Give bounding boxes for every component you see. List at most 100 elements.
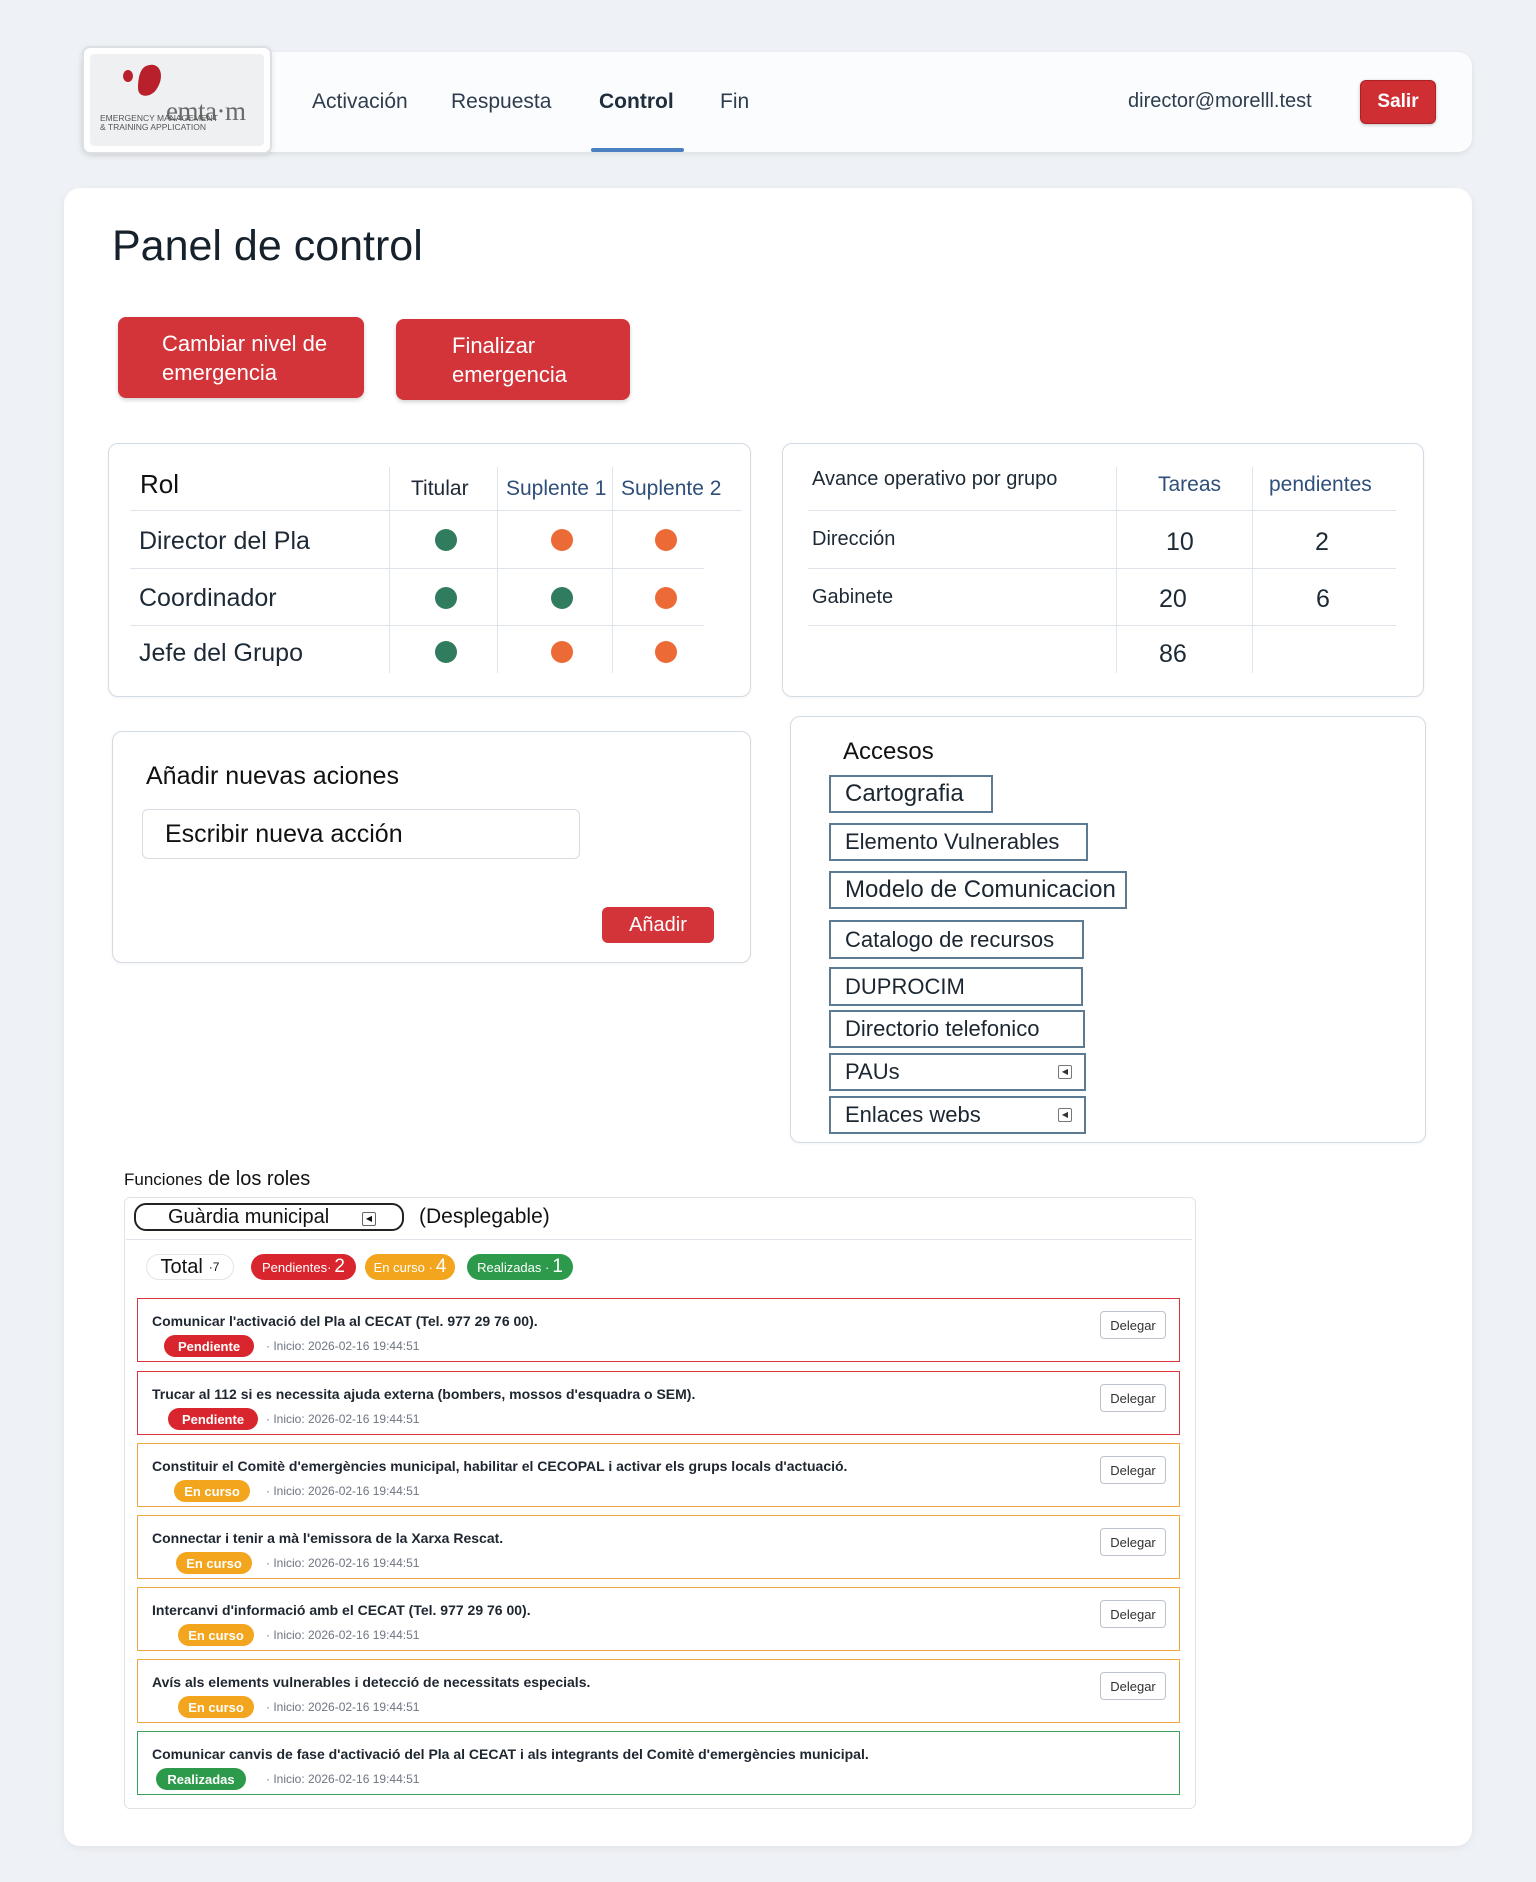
summary-total-label: Total — [160, 1255, 203, 1278]
access-catalogo-recursos[interactable]: Catalogo de recursos — [829, 920, 1084, 959]
task-status-badge: En curso — [178, 1624, 254, 1646]
add-action-button[interactable]: Añadir — [602, 907, 714, 943]
access-modelo-comunicacion[interactable]: Modelo de Comunicacion — [829, 871, 1127, 909]
progress-header-group: Avance operativo por grupo — [812, 468, 1058, 490]
roles-col-divider — [389, 467, 390, 673]
task-title: Constituir el Comitè d'emergències munic… — [152, 1458, 848, 1474]
task-status-badge: Pendiente — [168, 1408, 258, 1430]
task-status-badge: En curso — [174, 1480, 250, 1502]
status-dot-green — [435, 641, 457, 663]
summary-pending-value: 2 — [334, 1256, 345, 1277]
access-paus[interactable]: PAUs ◀ — [829, 1053, 1086, 1091]
task-title: Connectar i tenir a mà l'emissora de la … — [152, 1530, 504, 1546]
caret-left-icon: ◀ — [362, 1212, 376, 1226]
task-status-badge: Pendiente — [164, 1335, 254, 1357]
role-name: Director del Pla — [139, 527, 310, 555]
role-name: Jefe del Grupo — [139, 639, 303, 667]
status-dot-orange — [655, 587, 677, 609]
task-title: Comunicar l'activació del Pla al CECAT (… — [152, 1313, 538, 1329]
status-dot-green — [435, 529, 457, 551]
active-tab-indicator — [591, 148, 684, 152]
task-start-time: · Inicio: 2026-02-16 19:44:51 — [266, 1412, 420, 1426]
task-row: Comunicar canvis de fase d'activació del… — [137, 1731, 1180, 1795]
roles-col-divider — [497, 467, 498, 673]
change-emergency-level-button[interactable]: Cambiar nivel de emergencia — [118, 317, 364, 398]
task-row: Constituir el Comitè d'emergències munic… — [137, 1443, 1180, 1507]
task-title: Comunicar canvis de fase d'activació del… — [152, 1746, 869, 1762]
task-row: Intercanvi d'informació amb el CECAT (Te… — [137, 1587, 1180, 1651]
access-enlaces-webs[interactable]: Enlaces webs ◀ — [829, 1096, 1086, 1134]
summary-done-value: 1 — [552, 1256, 563, 1277]
nav-tab-activacion[interactable]: Activación — [312, 90, 408, 114]
task-start-time: · Inicio: 2026-02-16 19:44:51 — [266, 1772, 420, 1786]
functions-title-small: Funciones — [124, 1170, 203, 1189]
task-title: Intercanvi d'informació amb el CECAT (Te… — [152, 1602, 531, 1618]
nav-tab-respuesta[interactable]: Respuesta — [451, 90, 551, 114]
roles-row-divider — [130, 510, 742, 511]
summary-done-badge: Realizadas · 1 — [467, 1254, 573, 1280]
delegate-button[interactable]: Delegar — [1100, 1311, 1166, 1339]
status-dot-orange — [551, 641, 573, 663]
access-elemento-vulnerables[interactable]: Elemento Vulnerables — [829, 823, 1088, 861]
summary-total-value: ·7 — [208, 1260, 220, 1274]
roles-row-divider — [130, 568, 704, 569]
change-level-label: Cambiar nivel de emergencia — [162, 330, 328, 385]
logo-subtitle: Emergency Management & Training Applicat… — [100, 113, 218, 132]
functions-title-rest: de los roles — [208, 1168, 311, 1190]
roles-col-divider — [612, 467, 613, 673]
app-logo[interactable]: emta·m Emergency Management & Training A… — [82, 46, 272, 154]
role-select-dropdown[interactable]: Guàrdia municipal ◀ — [134, 1203, 404, 1231]
delegate-button[interactable]: Delegar — [1100, 1600, 1166, 1628]
new-action-input[interactable]: Escribir nueva acción — [142, 809, 580, 859]
finish-label: Finalizar emergencia — [452, 332, 567, 387]
progress-tareas-value: 10 — [1166, 528, 1194, 556]
logo-background: emta·m Emergency Management & Training A… — [90, 54, 264, 146]
caret-left-icon: ◀ — [1058, 1065, 1072, 1079]
access-title: Accesos — [843, 738, 934, 765]
summary-done-label: Realizadas · — [477, 1259, 550, 1275]
task-row: Connectar i tenir a mà l'emissora de la … — [137, 1515, 1180, 1579]
progress-tareas-value: 20 — [1159, 585, 1187, 613]
task-status-badge: Realizadas — [156, 1768, 246, 1790]
finish-emergency-button[interactable]: Finalizar emergencia — [396, 319, 630, 400]
progress-group-name: Gabinete — [812, 586, 894, 608]
logout-button[interactable]: Salir — [1360, 80, 1436, 124]
progress-group-name: Dirección — [812, 528, 896, 550]
summary-inprogress-value: 4 — [435, 1256, 447, 1277]
task-status-badge: En curso — [178, 1696, 254, 1718]
status-dot-orange — [655, 529, 677, 551]
summary-pending-badge: Pendientes· 2 — [251, 1254, 356, 1280]
summary-inprogress-badge: En curso · 4 — [365, 1254, 455, 1280]
task-row: Trucar al 112 si es necessita ajuda exte… — [137, 1371, 1180, 1435]
delegate-button[interactable]: Delegar — [1100, 1528, 1166, 1556]
delegate-button[interactable]: Delegar — [1100, 1456, 1166, 1484]
functions-title: Funciones de los roles — [124, 1168, 310, 1191]
nav-tab-fin[interactable]: Fin — [720, 90, 749, 114]
progress-pendientes-value: 2 — [1315, 528, 1329, 556]
task-start-time: · Inicio: 2026-02-16 19:44:51 — [266, 1484, 420, 1498]
delegate-button[interactable]: Delegar — [1100, 1384, 1166, 1412]
role-name: Coordinador — [139, 584, 277, 612]
roles-header-suplente-1: Suplente 1 — [506, 477, 607, 500]
status-dot-green — [551, 587, 573, 609]
nav-tab-control[interactable]: Control — [599, 90, 674, 114]
progress-tareas-total: 86 — [1159, 640, 1187, 668]
role-select-value: Guàrdia municipal — [168, 1205, 330, 1228]
progress-header-pendientes: pendientes — [1269, 473, 1372, 496]
dropdown-hint: (Desplegable) — [419, 1205, 550, 1228]
access-directorio-telefonico[interactable]: Directorio telefonico — [829, 1010, 1085, 1048]
progress-row-divider — [808, 625, 1396, 626]
access-cartografia[interactable]: Cartografia — [829, 775, 993, 813]
access-duprocim[interactable]: DUPROCIM — [829, 967, 1083, 1006]
caret-left-icon: ◀ — [1058, 1108, 1072, 1122]
status-dot-orange — [551, 529, 573, 551]
new-action-title: Añadir nuevas aciones — [146, 762, 399, 790]
roles-header-titular: Titular — [411, 477, 469, 500]
user-email: director@morelll.test — [1128, 90, 1312, 112]
progress-pendientes-value: 6 — [1316, 585, 1330, 613]
task-start-time: · Inicio: 2026-02-16 19:44:51 — [266, 1628, 420, 1642]
task-title: Trucar al 112 si es necessita ajuda exte… — [152, 1386, 696, 1402]
delegate-button[interactable]: Delegar — [1100, 1672, 1166, 1700]
roles-header-rol: Rol — [140, 469, 180, 499]
access-enlaces-label: Enlaces webs — [845, 1102, 981, 1127]
